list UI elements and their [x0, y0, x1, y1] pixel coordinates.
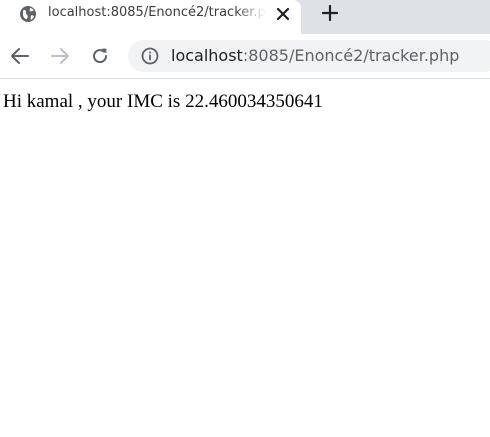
arrow-forward-icon: [51, 48, 69, 64]
url-host: localhost: [171, 46, 243, 65]
url-path: :8085/Enoncé2/tracker.php: [242, 46, 460, 65]
browser-window: localhost:8085/Enoncé2/tracker.php local…: [0, 0, 490, 437]
arrow-back-icon[interactable]: [8, 44, 32, 68]
globe-icon: [20, 6, 36, 22]
reload-icon[interactable]: [88, 44, 112, 68]
tab-tracker[interactable]: localhost:8085/Enoncé2/tracker.php: [0, 0, 301, 34]
toolbar: localhost:8085/Enoncé2/tracker.php: [0, 34, 490, 78]
imc-message: Hi kamal , your IMC is 22.460034350641: [3, 91, 323, 112]
info-icon[interactable]: [140, 46, 160, 66]
tab-strip: localhost:8085/Enoncé2/tracker.php: [0, 0, 490, 34]
page-content: Hi kamal , your IMC is 22.460034350641: [0, 79, 490, 437]
address-bar[interactable]: localhost:8085/Enoncé2/tracker.php: [128, 40, 490, 72]
tab-title: localhost:8085/Enoncé2/tracker.php: [48, 5, 266, 20]
url-text[interactable]: localhost:8085/Enoncé2/tracker.php: [171, 46, 459, 66]
close-icon[interactable]: [274, 5, 292, 23]
plus-icon[interactable]: [320, 3, 340, 23]
